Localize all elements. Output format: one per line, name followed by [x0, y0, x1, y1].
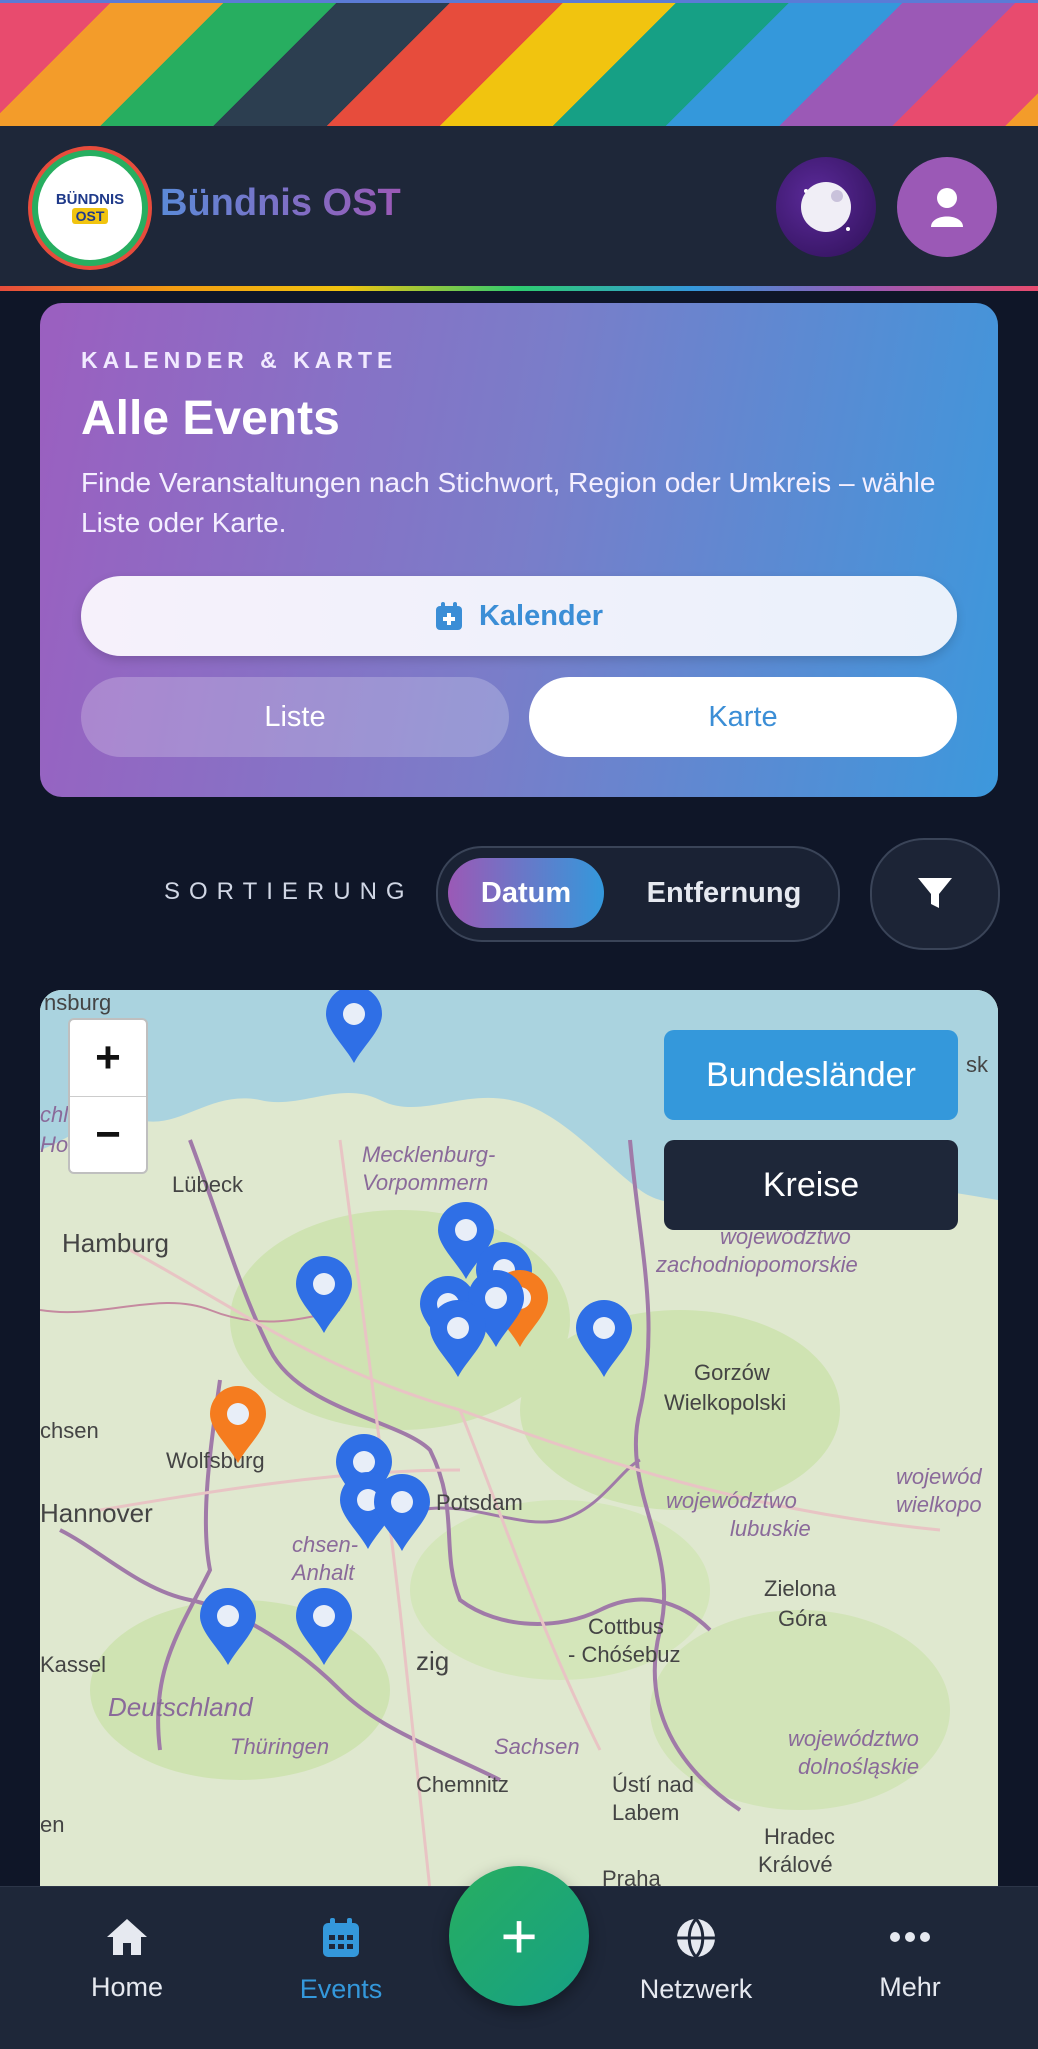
map-label: województwo	[666, 1488, 797, 1513]
event-pin-blue[interactable]	[373, 1474, 431, 1552]
zoom-out-button[interactable]: −	[70, 1097, 146, 1173]
sort-by-distance-button[interactable]: Entfernung	[624, 858, 824, 928]
nav-network[interactable]: Netzwerk	[606, 1917, 786, 2005]
event-pin-blue[interactable]	[575, 1300, 633, 1378]
rainbow-divider	[0, 286, 1038, 291]
map-label: zig	[416, 1646, 450, 1676]
logo-text-bottom: OST	[71, 208, 109, 224]
map-label: Ho	[40, 1132, 69, 1157]
calendar-button[interactable]: Kalender	[81, 576, 957, 656]
view-map-button[interactable]: Karte	[529, 677, 957, 757]
map-label: Ústí nad	[612, 1772, 694, 1797]
nav-more[interactable]: Mehr	[820, 1917, 1000, 2003]
map-label: zachodniopomorskie	[656, 1252, 858, 1277]
event-pin-blue[interactable]	[295, 1588, 353, 1666]
map-label: - Chóśebuz	[568, 1642, 681, 1667]
zoom-in-button[interactable]: +	[70, 1020, 146, 1097]
theme-toggle-button[interactable]	[776, 157, 876, 257]
logo-text-top: BÜNDNIS	[55, 191, 125, 208]
map-label: Hannover	[40, 1498, 153, 1528]
filter-button[interactable]	[870, 838, 1000, 950]
event-pin-blue[interactable]	[199, 1588, 257, 1666]
map-label: Kassel	[40, 1652, 107, 1677]
map-label: Gorzów	[694, 1360, 770, 1385]
calendar-plus-icon	[435, 602, 462, 630]
map-label: Hamburg	[62, 1228, 169, 1258]
map-label: Thüringen	[230, 1734, 330, 1759]
star-icon	[846, 227, 850, 231]
moon-icon	[801, 182, 851, 232]
event-pin-blue[interactable]	[429, 1300, 487, 1378]
map-label: lubuskie	[730, 1516, 811, 1541]
more-icon	[890, 1932, 930, 1942]
map-label: en	[40, 1812, 65, 1837]
map-label: sk	[966, 1052, 988, 1077]
view-list-button[interactable]: Liste	[81, 677, 509, 757]
top-bar	[0, 126, 1038, 288]
map-label: Hradec	[764, 1824, 835, 1849]
layer-districts-button[interactable]: Kreise	[664, 1140, 958, 1230]
calendar-icon	[323, 1918, 359, 1957]
nav-home-label: Home	[90, 1972, 164, 2002]
sort-by-date-button[interactable]: Datum	[448, 858, 604, 928]
map-label: wojewód	[896, 1464, 982, 1489]
map-label: chsen	[40, 1418, 99, 1443]
map-label: Chemnitz	[416, 1772, 509, 1797]
nav-events[interactable]: Events	[251, 1917, 431, 2005]
sort-label: SORTIERUNG	[164, 878, 414, 905]
nav-more-label: Mehr	[879, 1972, 941, 2002]
globe-icon	[677, 1917, 715, 1959]
hero-kicker: KALENDER & KARTE	[81, 347, 398, 373]
map-label: Sachsen	[494, 1734, 580, 1759]
map-label: Wielkopolski	[664, 1390, 787, 1415]
event-pin-blue[interactable]	[295, 1256, 353, 1334]
nav-home[interactable]: Home	[37, 1917, 217, 2003]
events-hero-card: KALENDER & KARTE Alle Events Finde Veran…	[40, 303, 998, 797]
sort-toggle: Datum Entfernung	[436, 846, 840, 942]
map-label: Lübeck	[172, 1172, 243, 1197]
map-label: Góra	[778, 1606, 827, 1631]
map-label: Cottbus	[588, 1614, 664, 1639]
page-title: Alle Events	[81, 392, 340, 445]
nav-network-label: Netzwerk	[639, 1974, 753, 2004]
event-pin-blue[interactable]	[325, 990, 383, 1064]
app-logo[interactable]: BÜNDNIS OST	[38, 156, 142, 260]
nav-events-label: Events	[299, 1974, 383, 2004]
hero-description: Finde Veranstaltungen nach Stichwort, Re…	[81, 467, 936, 538]
home-icon	[107, 1919, 147, 1955]
map-label: wielkopo	[896, 1492, 982, 1517]
map-label: chl	[40, 1102, 69, 1127]
map-label: Anhalt	[292, 1560, 355, 1585]
map-label: Králové	[758, 1852, 833, 1877]
filter-icon	[918, 878, 952, 908]
map-label: dolnośląskie	[798, 1754, 920, 1779]
map-label: województwo	[788, 1726, 919, 1751]
map-label: nsburg	[44, 990, 112, 1015]
event-pin-orange[interactable]	[209, 1386, 267, 1464]
map-label: Labem	[612, 1800, 680, 1825]
rainbow-banner	[0, 0, 1038, 126]
user-icon	[931, 188, 963, 227]
map-label: Mecklenburg-	[362, 1142, 496, 1167]
events-map[interactable]: nsburg sk chl Ho Hamburg Lübeck Mecklenb…	[40, 990, 998, 1890]
calendar-button-label: Kalender	[478, 599, 604, 632]
zoom-control: + −	[68, 1018, 148, 1174]
map-label: Potsdam	[436, 1490, 523, 1515]
map-label: Zielona	[764, 1576, 837, 1601]
user-profile-button[interactable]	[897, 157, 997, 257]
layer-states-button[interactable]: Bundesländer	[664, 1030, 958, 1120]
map-label: Deutschland	[108, 1692, 253, 1722]
add-event-button[interactable]: +	[449, 1866, 589, 2006]
map-label: Vorpommern	[362, 1170, 489, 1195]
app-title[interactable]: Bündnis OST	[160, 182, 401, 225]
